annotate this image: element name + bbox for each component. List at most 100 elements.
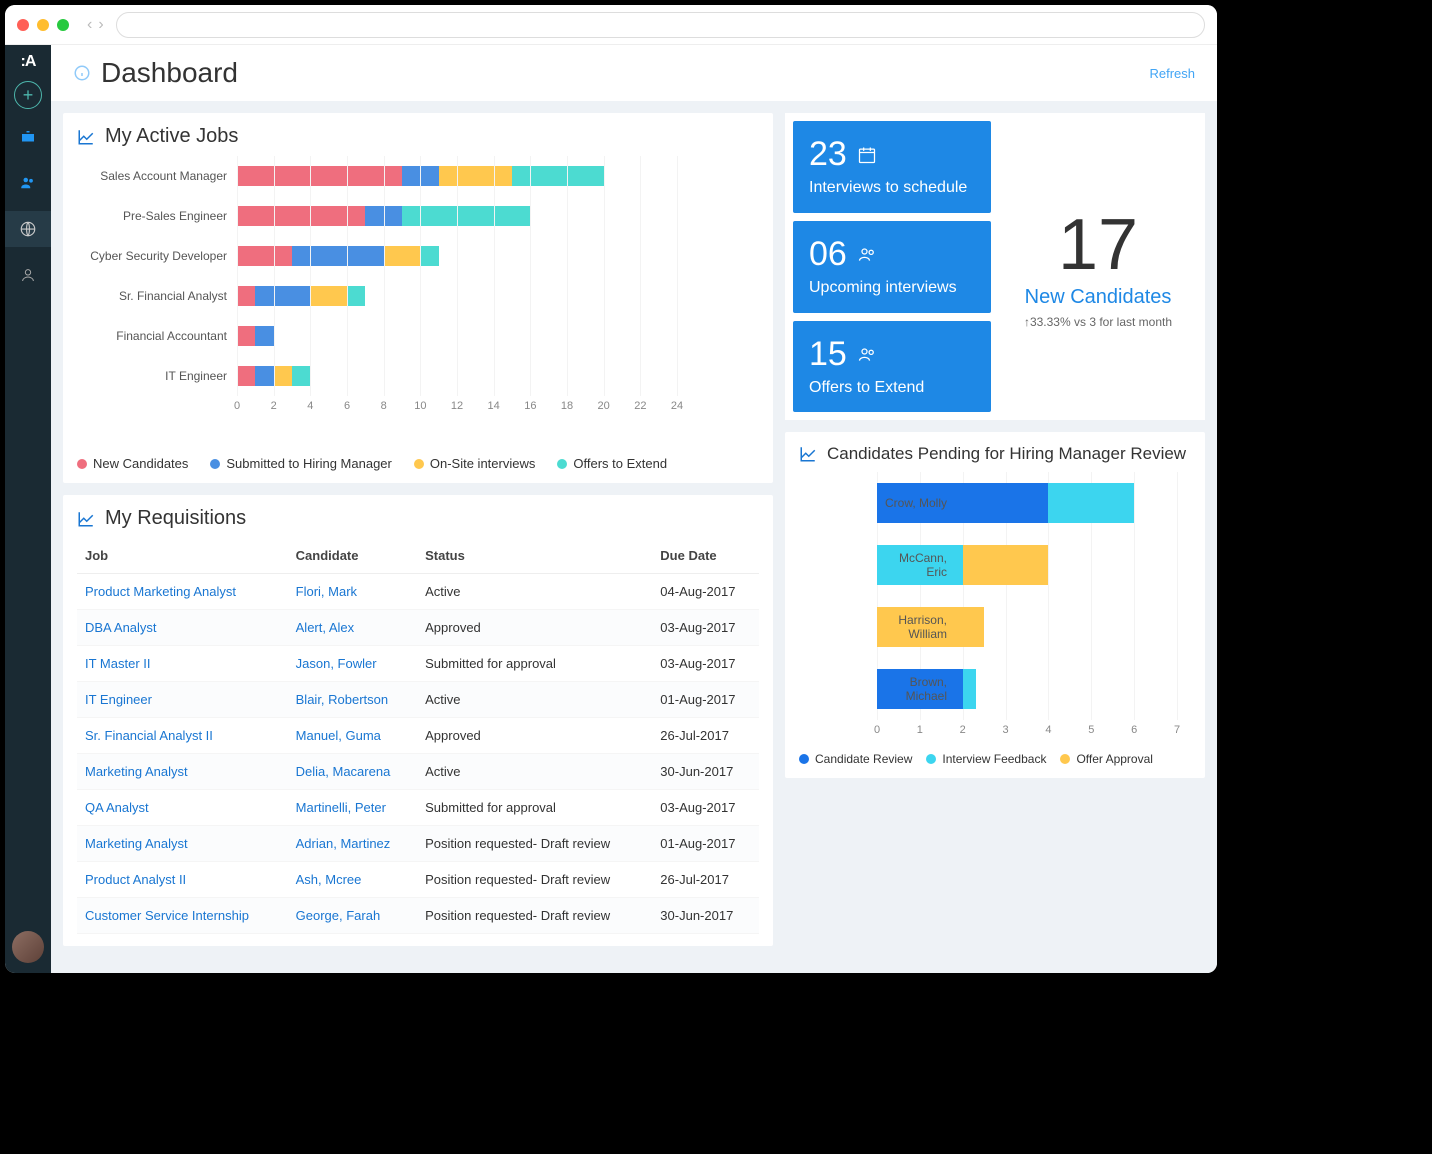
bar-segment bbox=[237, 366, 255, 386]
axis-tick: 3 bbox=[1003, 724, 1009, 736]
address-bar[interactable] bbox=[116, 12, 1205, 38]
table-header: Status bbox=[417, 538, 652, 574]
job-link[interactable]: Product Analyst II bbox=[85, 872, 186, 887]
due-date-cell: 26-Jul-2017 bbox=[652, 862, 759, 898]
axis-tick: 8 bbox=[381, 400, 387, 412]
page-title: Dashboard bbox=[73, 57, 238, 89]
browser-chrome: ‹ › bbox=[5, 5, 1217, 45]
requisitions-card: My Requisitions JobCandidateStatusDue Da… bbox=[63, 495, 773, 946]
kpi-upcoming-interviews[interactable]: 06 Upcoming interviews bbox=[793, 221, 991, 313]
kpi-label: New Candidates bbox=[1025, 286, 1172, 309]
bar-segment bbox=[237, 246, 292, 266]
sidebar-item-profile[interactable] bbox=[5, 257, 51, 293]
bar-segment bbox=[237, 326, 255, 346]
table-header: Due Date bbox=[652, 538, 759, 574]
job-link[interactable]: Marketing Analyst bbox=[85, 764, 188, 779]
pending-chart: Crow, MollyMcCann, EricHarrison, William… bbox=[799, 472, 1191, 744]
window-zoom-button[interactable] bbox=[57, 19, 69, 31]
bar-segment bbox=[255, 326, 273, 346]
due-date-cell: 30-Jun-2017 bbox=[652, 898, 759, 934]
kpi-number: 06 bbox=[809, 235, 847, 274]
due-date-cell: 04-Aug-2017 bbox=[652, 574, 759, 610]
window-minimize-button[interactable] bbox=[37, 19, 49, 31]
sidebar-item-dashboard[interactable] bbox=[5, 211, 51, 247]
pending-legend: Candidate ReviewInterview FeedbackOffer … bbox=[799, 752, 1191, 766]
job-link[interactable]: Customer Service Internship bbox=[85, 908, 249, 923]
kpi-label: Offers to Extend bbox=[809, 378, 975, 399]
candidate-link[interactable]: Adrian, Martinez bbox=[296, 836, 391, 851]
candidate-link[interactable]: George, Farah bbox=[296, 908, 381, 923]
sidebar: :A + bbox=[5, 45, 51, 973]
job-link[interactable]: Product Marketing Analyst bbox=[85, 584, 236, 599]
job-link[interactable]: IT Master II bbox=[85, 656, 151, 671]
due-date-cell: 26-Jul-2017 bbox=[652, 718, 759, 754]
axis-tick: 2 bbox=[960, 724, 966, 736]
bar-segment bbox=[365, 206, 402, 226]
bar-segment bbox=[255, 366, 273, 386]
chart-category-label: Brown, Michael bbox=[877, 675, 947, 703]
axis-tick: 24 bbox=[671, 400, 683, 412]
table-row: Sr. Financial Analyst II Manuel, Guma Ap… bbox=[77, 718, 759, 754]
job-link[interactable]: QA Analyst bbox=[85, 800, 149, 815]
sidebar-item-jobs[interactable] bbox=[5, 119, 51, 155]
bar-segment bbox=[292, 246, 384, 266]
axis-tick: 10 bbox=[414, 400, 426, 412]
kpi-label: Upcoming interviews bbox=[809, 278, 975, 299]
user-avatar[interactable] bbox=[12, 931, 44, 963]
table-row: Product Marketing Analyst Flori, Mark Ac… bbox=[77, 574, 759, 610]
window-close-button[interactable] bbox=[17, 19, 29, 31]
kpi-new-candidates[interactable]: 17 New Candidates ↑33.33% vs 3 for last … bbox=[999, 121, 1197, 412]
axis-tick: 12 bbox=[451, 400, 463, 412]
refresh-link[interactable]: Refresh bbox=[1149, 66, 1195, 81]
job-link[interactable]: Marketing Analyst bbox=[85, 836, 188, 851]
axis-tick: 7 bbox=[1174, 724, 1180, 736]
axis-tick: 4 bbox=[1045, 724, 1051, 736]
chart-category-label: Pre-Sales Engineer bbox=[77, 209, 227, 223]
browser-forward-button[interactable]: › bbox=[98, 16, 103, 34]
table-row: DBA Analyst Alert, Alex Approved 03-Aug-… bbox=[77, 610, 759, 646]
status-cell: Position requested- Draft review bbox=[417, 826, 652, 862]
candidate-link[interactable]: Delia, Macarena bbox=[296, 764, 391, 779]
legend-item: New Candidates bbox=[77, 456, 188, 471]
due-date-cell: 03-Aug-2017 bbox=[652, 790, 759, 826]
chart-category-label: Sales Account Manager bbox=[77, 169, 227, 183]
candidate-link[interactable]: Jason, Fowler bbox=[296, 656, 377, 671]
globe-icon bbox=[19, 220, 37, 238]
due-date-cell: 01-Aug-2017 bbox=[652, 682, 759, 718]
bar-segment bbox=[420, 246, 438, 266]
candidate-link[interactable]: Flori, Mark bbox=[296, 584, 357, 599]
axis-tick: 18 bbox=[561, 400, 573, 412]
axis-tick: 20 bbox=[598, 400, 610, 412]
candidate-link[interactable]: Alert, Alex bbox=[296, 620, 355, 635]
candidate-link[interactable]: Manuel, Guma bbox=[296, 728, 381, 743]
pending-title: Candidates Pending for Hiring Manager Re… bbox=[827, 444, 1186, 464]
axis-tick: 5 bbox=[1088, 724, 1094, 736]
bar-segment bbox=[963, 545, 1049, 585]
bar-segment bbox=[402, 206, 530, 226]
axis-tick: 22 bbox=[634, 400, 646, 412]
sidebar-item-people[interactable] bbox=[5, 165, 51, 201]
job-link[interactable]: Sr. Financial Analyst II bbox=[85, 728, 213, 743]
bar-segment bbox=[310, 286, 347, 306]
chart-icon bbox=[77, 510, 95, 528]
axis-tick: 6 bbox=[1131, 724, 1137, 736]
axis-tick: 2 bbox=[271, 400, 277, 412]
axis-tick: 0 bbox=[874, 724, 880, 736]
due-date-cell: 03-Aug-2017 bbox=[652, 646, 759, 682]
kpi-offers-extend[interactable]: 15 Offers to Extend bbox=[793, 321, 991, 413]
kpi-interviews-schedule[interactable]: 23 Interviews to schedule bbox=[793, 121, 991, 213]
candidate-link[interactable]: Blair, Robertson bbox=[296, 692, 389, 707]
candidate-link[interactable]: Martinelli, Peter bbox=[296, 800, 386, 815]
job-link[interactable]: DBA Analyst bbox=[85, 620, 157, 635]
chart-category-label: Crow, Molly bbox=[877, 496, 947, 510]
table-header: Job bbox=[77, 538, 288, 574]
table-header: Candidate bbox=[288, 538, 417, 574]
job-link[interactable]: IT Engineer bbox=[85, 692, 152, 707]
browser-back-button[interactable]: ‹ bbox=[87, 16, 92, 34]
candidate-link[interactable]: Ash, Mcree bbox=[296, 872, 362, 887]
bar-segment bbox=[1048, 483, 1134, 523]
status-cell: Position requested- Draft review bbox=[417, 898, 652, 934]
chart-icon bbox=[799, 445, 817, 463]
table-row: IT Engineer Blair, Robertson Active 01-A… bbox=[77, 682, 759, 718]
sidebar-add-button[interactable]: + bbox=[14, 81, 42, 109]
